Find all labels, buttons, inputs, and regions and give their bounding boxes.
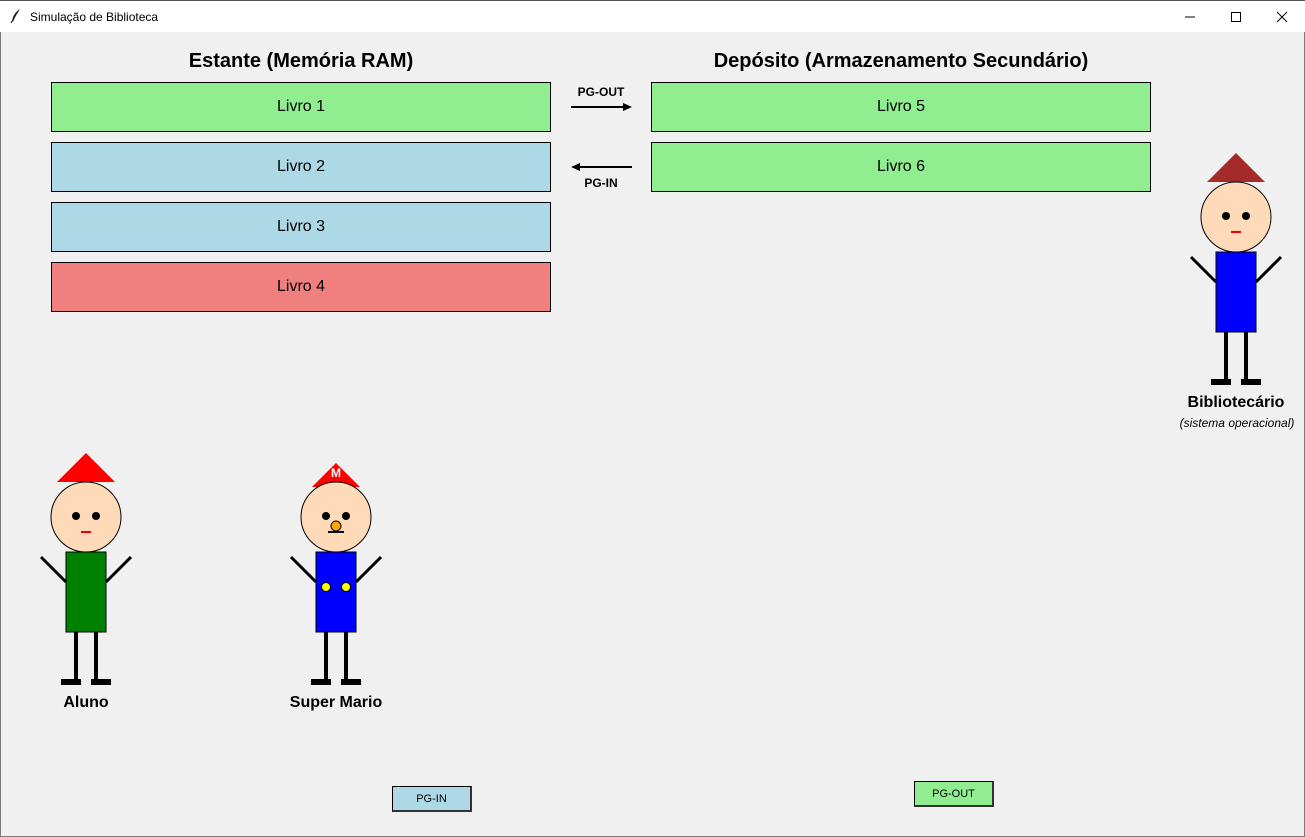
student-name: Aluno	[63, 694, 109, 711]
pg-out-button[interactable]: PG-OUT	[914, 781, 994, 807]
librarian-name: Bibliotecário	[1187, 394, 1285, 411]
storage-book-6[interactable]: Livro 6	[651, 142, 1151, 192]
librarian-figure	[1189, 153, 1283, 385]
shelf-book-2[interactable]: Livro 2	[51, 142, 551, 192]
librarian-body	[1215, 251, 1257, 333]
maximize-button[interactable]	[1213, 1, 1259, 32]
minimize-button[interactable]	[1167, 1, 1213, 32]
mario-body	[315, 551, 357, 633]
close-icon	[1276, 11, 1288, 22]
student-body	[65, 551, 107, 633]
mario-name: Super Mario	[289, 694, 383, 711]
student-hat	[57, 453, 115, 482]
left-arrow-icon	[571, 163, 632, 171]
shelf-book-4[interactable]: Livro 4	[51, 262, 551, 312]
minimize-icon	[1185, 16, 1195, 17]
shelf-book-3[interactable]: Livro 3	[51, 202, 551, 252]
librarian-head	[1200, 181, 1272, 253]
maximize-icon	[1231, 11, 1241, 22]
close-button[interactable]	[1259, 1, 1305, 32]
pg-in-button[interactable]: PG-IN	[392, 786, 472, 812]
right-arrow-icon	[571, 103, 632, 111]
storage-book-5[interactable]: Livro 5	[651, 82, 1151, 132]
storage-title: Depósito (Armazenamento Secundário)	[713, 50, 1089, 72]
student-head	[50, 481, 122, 553]
student-figure	[39, 453, 133, 685]
mario-head	[300, 481, 372, 553]
title-bar: Simulação de Biblioteca	[0, 0, 1305, 32]
mario-figure: M	[289, 463, 383, 685]
pg-out-arrow-label: PG-OUT	[577, 85, 625, 99]
mario-hat-letter: M	[331, 466, 341, 480]
librarian-subtitle: (sistema operacional)	[1179, 416, 1295, 430]
shelf-title: Estante (Memória RAM)	[188, 50, 414, 72]
pg-in-arrow-label: PG-IN	[584, 176, 618, 190]
window-title: Simulação de Biblioteca	[30, 10, 159, 24]
librarian-hat	[1207, 153, 1265, 182]
shelf-book-1[interactable]: Livro 1	[51, 82, 551, 132]
feather-icon	[10, 9, 20, 24]
